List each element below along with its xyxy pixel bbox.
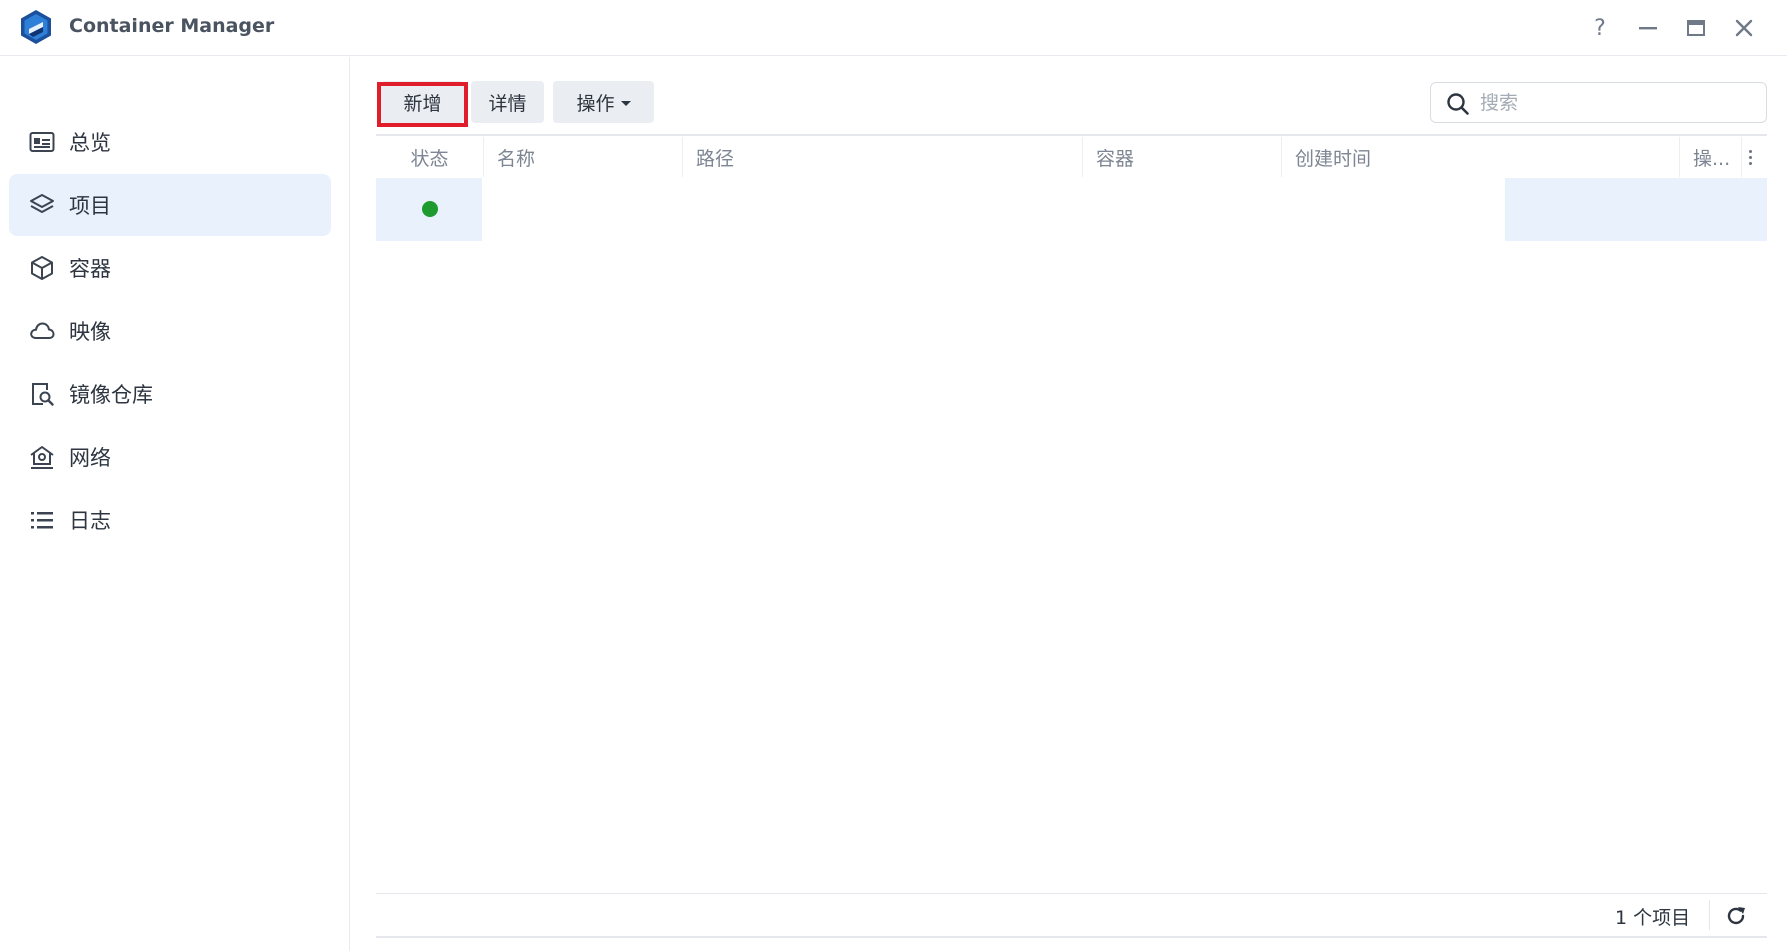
status-running-indicator — [422, 201, 438, 217]
caret-down-icon — [620, 100, 631, 106]
cloud-icon — [30, 322, 55, 339]
sidebar-item-network[interactable]: 网络 — [9, 426, 331, 488]
sidebar-item-label: 网络 — [69, 446, 111, 470]
table-row-selection[interactable] — [1505, 178, 1767, 241]
column-header-label: 状态 — [410, 147, 449, 170]
close-icon — [1735, 19, 1753, 37]
column-header-actions[interactable]: 操... — [1680, 137, 1742, 177]
column-header-label: 容器 — [1096, 147, 1135, 170]
app-title: Container Manager — [69, 15, 275, 37]
help-icon: ? — [1594, 15, 1606, 41]
sidebar-item-label: 总览 — [69, 131, 111, 155]
sidebar-item-label: 映像 — [69, 320, 111, 344]
sidebar-item-projects[interactable]: 项目 — [9, 174, 331, 236]
minimize-icon — [1639, 27, 1657, 30]
column-header-containers[interactable]: 容器 — [1083, 137, 1282, 177]
minimize-button[interactable] — [1632, 12, 1664, 44]
sidebar: 总览 项目 容器 映像 镜像仓库 网络 日志 — [0, 57, 350, 951]
details-button[interactable]: 详情 — [471, 81, 544, 123]
sidebar-item-images[interactable]: 映像 — [9, 300, 331, 362]
column-header-path[interactable]: 路径 — [683, 137, 1083, 177]
footer-divider — [376, 893, 1767, 894]
container-manager-logo — [21, 10, 51, 44]
sidebar-item-label: 容器 — [69, 257, 111, 281]
sidebar-item-logs[interactable]: 日志 — [9, 489, 331, 551]
maximize-icon — [1687, 20, 1705, 36]
table-divider — [376, 134, 1767, 136]
sidebar-item-overview[interactable]: 总览 — [9, 111, 331, 173]
network-home-icon — [30, 446, 54, 469]
close-button[interactable] — [1728, 12, 1760, 44]
registry-search-icon — [32, 383, 54, 406]
sidebar-item-registry[interactable]: 镜像仓库 — [9, 363, 331, 425]
refresh-button[interactable] — [1722, 902, 1750, 930]
column-header-label: 名称 — [497, 147, 536, 170]
list-icon — [31, 512, 53, 529]
maximize-button[interactable] — [1680, 12, 1712, 44]
column-header-name[interactable]: 名称 — [484, 137, 683, 177]
refresh-icon — [1727, 907, 1745, 925]
add-button[interactable]: 新增 — [381, 81, 464, 123]
cube-icon — [31, 256, 53, 280]
column-options-icon[interactable] — [1740, 145, 1760, 169]
action-dropdown-button[interactable]: 操作 — [553, 81, 654, 123]
search-icon — [1447, 93, 1469, 115]
help-button[interactable]: ? — [1584, 12, 1616, 44]
column-header-created[interactable]: 创建时间 — [1282, 137, 1680, 177]
add-button-label: 新增 — [403, 92, 442, 115]
overview-card-icon — [29, 132, 55, 152]
layers-icon — [30, 194, 54, 213]
footer-bottom-divider — [376, 936, 1767, 938]
column-header-label: 创建时间 — [1295, 147, 1372, 170]
sidebar-item-containers[interactable]: 容器 — [9, 237, 331, 299]
sidebar-item-label: 项目 — [69, 194, 111, 218]
sidebar-item-label: 镜像仓库 — [69, 383, 153, 407]
title-bar: Container Manager ? — [0, 0, 1787, 56]
column-header-label: 路径 — [696, 147, 735, 170]
details-button-label: 详情 — [488, 92, 527, 115]
action-button-label: 操作 — [576, 92, 615, 115]
column-header-status[interactable]: 状态 — [376, 137, 484, 177]
sidebar-item-label: 日志 — [69, 509, 111, 533]
search-input[interactable] — [1480, 89, 1750, 117]
column-header-label: 操... — [1693, 147, 1731, 170]
footer-separator — [1709, 900, 1710, 930]
item-count: 1 个项目 — [1615, 907, 1691, 929]
search-box[interactable] — [1430, 82, 1767, 123]
